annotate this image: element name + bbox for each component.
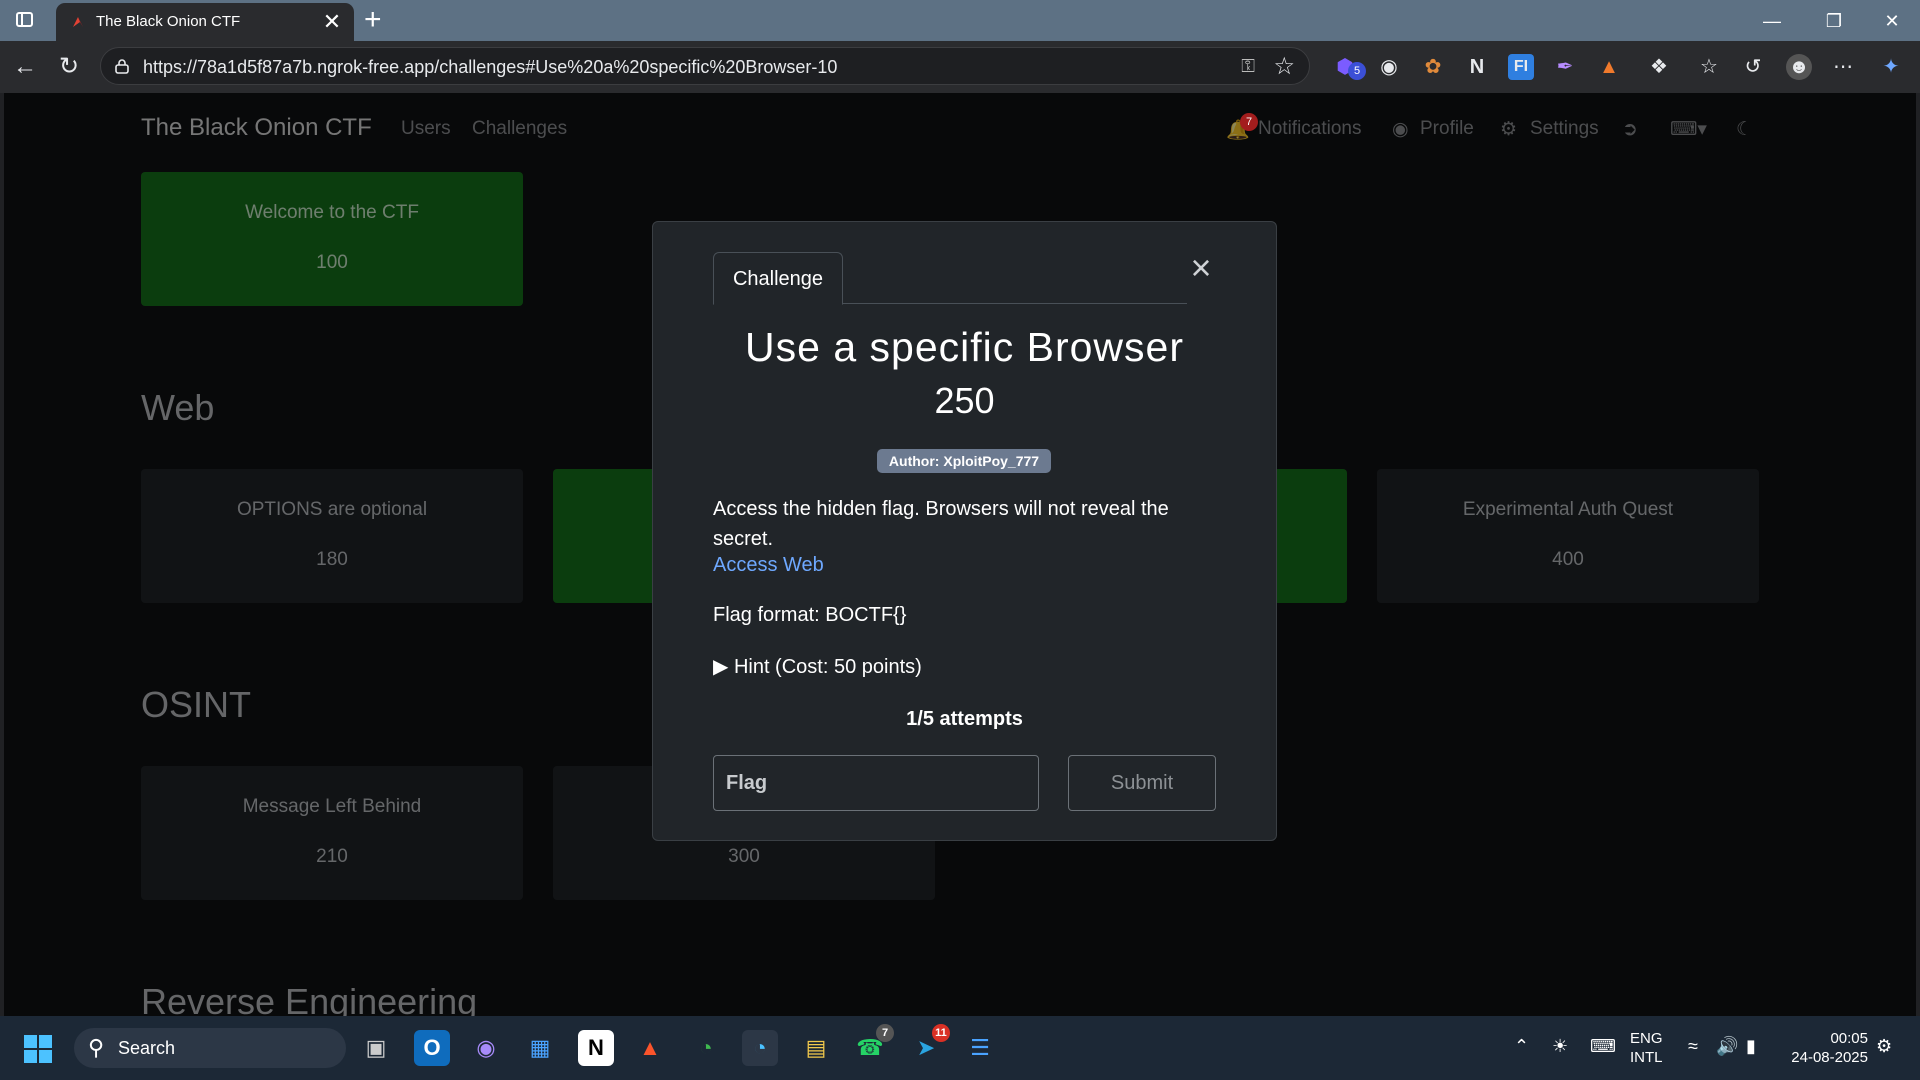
fi-extension-icon[interactable]: FI [1508,54,1534,80]
notification-count-badge: 7 [1240,113,1258,131]
challenge-points: 250 [934,380,995,421]
taskbar-search[interactable]: ⚲ Search [74,1028,346,1068]
extension-badge: 5 [1348,62,1366,80]
onion-favicon-icon [73,17,83,27]
feather-icon[interactable]: ✒ [1552,54,1578,80]
submit-button[interactable]: Submit [1068,755,1216,811]
edge-icon[interactable]: ◔ [742,1030,778,1066]
volume-icon[interactable]: 🔊 [1716,1036,1738,1057]
tab-challenge[interactable]: Challenge [713,252,843,305]
minimize-icon[interactable]: — [1752,6,1792,36]
password-key-icon[interactable]: ⚿ [1241,56,1255,77]
search-label: Search [118,1038,176,1058]
tray-chevron-icon[interactable]: ⌃ [1514,1036,1529,1057]
telegram-icon[interactable]: ➤ 11 [908,1024,950,1066]
challenge-title: Use a specific Browser [745,324,1184,370]
favorite-star-icon[interactable]: ☆ [1273,52,1295,81]
close-window-icon[interactable]: ✕ [1872,6,1912,36]
windows-taskbar: ⚲ Search ▣ O ◉ ▦ N ▲ ◔ ◔ ▤ ☎ 7 ➤ 11 ☰ ⌃ ☀ … [0,1016,1920,1080]
flag-input[interactable] [713,755,1039,811]
tab-actions-icon[interactable] [12,9,38,31]
outlook-icon[interactable]: O [414,1030,450,1066]
browser-titlebar: The Black Onion CTF ✕ + — ❐ ✕ [0,0,1920,41]
lang-code: ENG [1630,1030,1663,1047]
address-bar[interactable]: https://78a1d5f87a7b.ngrok-free.app/chal… [100,47,1310,85]
url-text[interactable]: https://78a1d5f87a7b.ngrok-free.app/chal… [143,57,837,78]
notion-app-icon[interactable]: N [578,1030,614,1066]
lock-icon[interactable] [115,58,129,74]
notepad-icon[interactable]: ☰ [962,1030,998,1066]
file-explorer-icon[interactable]: ▤ [798,1030,834,1066]
brave-icon[interactable]: ▲ [632,1030,668,1066]
cookie-icon[interactable]: ✿ [1420,54,1446,80]
flag-format-text: Flag format: BOCTF{} [713,604,907,626]
task-view-icon[interactable]: ▣ [358,1030,394,1066]
podcast-app-icon[interactable]: ◉ [468,1030,504,1066]
keyboard-icon[interactable]: ⌨ [1590,1036,1616,1057]
author-badge: Author: XploitPoy_777 [877,449,1051,473]
fox-icon[interactable]: ▲ [1596,54,1622,80]
clock-time: 00:05 [1830,1030,1868,1047]
attempts-counter: 1/5 attempts [906,708,1023,730]
more-menu-icon[interactable]: ⋯ [1830,54,1856,80]
clock-date: 24-08-2025 [1791,1049,1868,1066]
extension-hex-icon[interactable]: ⬢ 5 [1332,54,1366,80]
extension-mask-icon[interactable]: ◉ [1376,54,1402,80]
modal-close-icon[interactable]: × [1181,248,1221,288]
browser-toolbar: ← ↻ https://78a1d5f87a7b.ngrok-free.app/… [0,41,1920,93]
new-tab-button[interactable]: + [364,4,382,36]
page-content: The Black Onion CTF Users Challenges 🔔 N… [4,93,1916,1016]
tray-brightness-icon[interactable]: ☀ [1552,1036,1568,1057]
hint-toggle[interactable]: ▶ Hint (Cost: 50 points) [713,654,922,679]
language-indicator[interactable]: ENG INTL [1630,1029,1663,1067]
challenge-modal: Challenge × Use a specific Browser 250 A… [652,221,1277,841]
edge-dev-icon[interactable]: ◔ [688,1030,724,1066]
telegram-badge: 11 [932,1024,950,1042]
store-icon[interactable]: ▦ [522,1030,558,1066]
challenge-description: Access the hidden flag. Browsers will no… [713,498,1169,550]
access-web-link[interactable]: Access Web [713,554,824,577]
system-clock[interactable]: 00:05 24-08-2025 [1778,1029,1868,1067]
whatsapp-icon[interactable]: ☎ 7 [852,1024,894,1066]
profile-avatar[interactable]: ☻ [1786,54,1812,80]
wifi-icon[interactable]: ≈ [1688,1036,1698,1057]
history-icon[interactable]: ↺ [1740,54,1766,80]
lang-layout: INTL [1630,1049,1663,1066]
search-icon: ⚲ [88,1035,105,1060]
puzzle-extensions-icon[interactable]: ❖ [1646,54,1672,80]
reload-icon[interactable]: ↻ [52,50,86,84]
windows-start-icon[interactable] [24,1035,52,1063]
tab-title: The Black Onion CTF [96,13,241,30]
browser-tab-active[interactable]: The Black Onion CTF ✕ [56,3,354,41]
favorites-icon[interactable]: ☆ [1696,54,1722,80]
battery-icon[interactable]: ▮ [1746,1036,1756,1057]
whatsapp-badge: 7 [876,1024,894,1042]
back-icon[interactable]: ← [8,50,42,84]
modal-tab-bar: Challenge [713,252,1187,305]
tab-close-icon[interactable]: ✕ [320,8,344,36]
notification-center-icon[interactable]: ⚙ [1876,1036,1892,1057]
copilot-icon[interactable]: ✦ [1878,54,1904,80]
restore-icon[interactable]: ❐ [1814,6,1854,36]
notion-icon[interactable]: N [1464,54,1490,80]
